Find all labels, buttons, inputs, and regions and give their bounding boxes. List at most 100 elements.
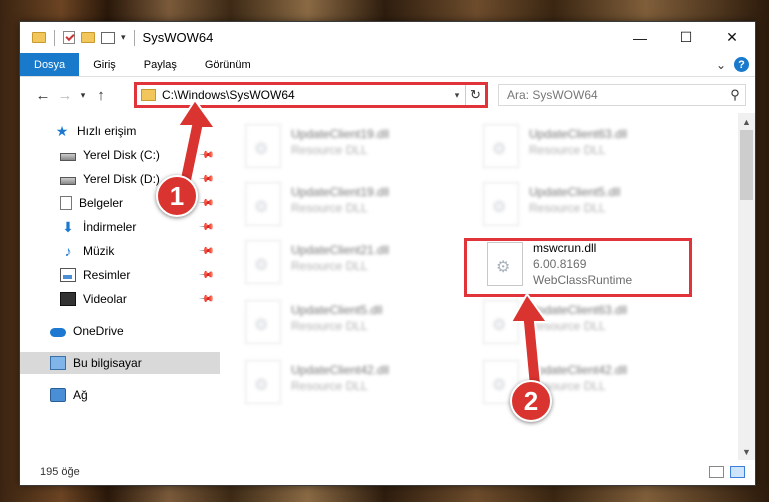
minimize-button[interactable]: —: [617, 22, 663, 53]
sidebar-item-onedrive[interactable]: OneDrive: [20, 320, 220, 342]
forward-button[interactable]: →: [54, 87, 76, 104]
search-icon[interactable]: ⚲: [725, 87, 745, 103]
sidebar-item-label: Yerel Disk (D:): [83, 172, 160, 186]
file-name: UpdateClient5.dll: [291, 303, 383, 317]
help-icon[interactable]: ?: [734, 57, 749, 72]
file-tile[interactable]: UpdateClient19.dll Resource DLL: [245, 178, 465, 230]
dll-file-icon: [245, 182, 281, 226]
dll-file-icon: [245, 360, 281, 404]
file-name: UpdateClient42.dll: [291, 363, 390, 377]
sidebar-item-label: Resimler: [83, 268, 131, 282]
scroll-down-arrow-icon[interactable]: ▼: [738, 443, 755, 460]
quick-access-toolbar: ▾: [32, 29, 126, 46]
cloud-icon: [50, 328, 66, 337]
file-description: Resource DLL: [529, 201, 606, 215]
divider: [54, 29, 55, 46]
navigation-row: ← → ▾ ↑ C:\Windows\SysWOW64 ▾ ↻ Ara: Sys…: [20, 77, 755, 113]
tab-view[interactable]: Görünüm: [191, 53, 265, 76]
tab-share[interactable]: Paylaş: [130, 53, 191, 76]
file-description: Resource DLL: [291, 259, 368, 273]
sidebar-item-label: Müzik: [83, 244, 115, 258]
file-name: UpdateClient21.dll: [291, 243, 390, 257]
film-icon: [60, 292, 76, 306]
ribbon-right: ⌄ ?: [716, 53, 755, 76]
folder-icon: [141, 89, 156, 101]
music-note-icon: ♪: [64, 243, 72, 259]
file-tile[interactable]: UpdateClient5.dll Resource DLL: [483, 178, 703, 230]
tab-file[interactable]: Dosya: [20, 53, 80, 76]
download-arrow-icon: ⬇: [62, 219, 74, 235]
recent-locations-dropdown[interactable]: ▾: [76, 90, 90, 101]
close-button[interactable]: ✕: [709, 22, 755, 53]
computer-icon: [50, 356, 66, 370]
address-dropdown-icon[interactable]: ▾: [449, 90, 465, 101]
sidebar-item-label: Hızlı erişim: [77, 124, 137, 138]
file-description: Resource DLL: [291, 379, 368, 393]
file-tile[interactable]: UpdateClient21.dll Resource DLL: [245, 236, 465, 288]
dll-file-icon: [483, 182, 519, 226]
file-description: Resource DLL: [291, 201, 368, 215]
scroll-up-arrow-icon[interactable]: ▲: [738, 113, 755, 130]
view-switcher: [709, 466, 745, 478]
file-description: Resource DLL: [291, 319, 368, 333]
star-icon: ★: [55, 123, 69, 139]
pin-icon: 📌: [197, 218, 215, 236]
dll-file-icon: [245, 240, 281, 284]
view-options-icon[interactable]: [101, 31, 115, 44]
step-badge-2: 2: [510, 380, 552, 422]
arrow-to-mswcrun: [509, 292, 549, 388]
file-description: Resource DLL: [529, 143, 606, 157]
pin-icon: 📌: [197, 290, 215, 308]
dll-file-icon: [245, 124, 281, 168]
sidebar-item-downloads[interactable]: ⬇ İndirmeler 📌: [20, 216, 220, 238]
large-icons-view-icon[interactable]: [730, 466, 745, 478]
file-tile[interactable]: UpdateClient42.dll Resource DLL: [245, 356, 465, 408]
maximize-button[interactable]: ☐: [663, 22, 709, 53]
file-tile[interactable]: UpdateClient63.dll Resource DLL: [483, 120, 703, 172]
sidebar-item-music[interactable]: ♪ Müzik 📌: [20, 240, 220, 262]
new-folder-icon[interactable]: [81, 32, 95, 43]
highlight-box-mswcrun: [464, 238, 692, 297]
sidebar-item-network[interactable]: Ağ: [20, 384, 220, 406]
picture-icon: [60, 268, 76, 282]
file-tile[interactable]: UpdateClient19.dll Resource DLL: [245, 120, 465, 172]
dll-file-icon: [245, 300, 281, 344]
expand-ribbon-chevron-icon[interactable]: ⌄: [716, 58, 726, 72]
sidebar-item-pictures[interactable]: Resimler 📌: [20, 264, 220, 286]
title-bar: ▾ SysWOW64 — ☐ ✕: [20, 22, 755, 53]
back-button[interactable]: ←: [32, 87, 54, 104]
file-name: UpdateClient63.dll: [529, 127, 628, 141]
details-view-icon[interactable]: [709, 466, 724, 478]
refresh-button[interactable]: ↻: [465, 85, 485, 105]
drive-icon: [60, 152, 76, 161]
file-description: Resource DLL: [291, 143, 368, 157]
properties-check-icon[interactable]: [63, 31, 75, 44]
sidebar-item-label: Bu bilgisayar: [73, 356, 142, 370]
scrollbar-thumb[interactable]: [740, 130, 753, 200]
up-button[interactable]: ↑: [90, 87, 112, 104]
customize-toolbar-dropdown[interactable]: ▾: [121, 32, 126, 43]
file-name: UpdateClient19.dll: [291, 185, 390, 199]
folder-icon[interactable]: [32, 32, 46, 43]
sidebar-item-label: Ağ: [73, 388, 88, 402]
sidebar-item-label: OneDrive: [73, 324, 124, 338]
tab-home[interactable]: Giriş: [79, 53, 130, 76]
window-title: SysWOW64: [142, 30, 214, 45]
sidebar-item-videos[interactable]: Videolar 📌: [20, 288, 220, 310]
window-controls: — ☐ ✕: [617, 22, 755, 53]
sidebar-item-this-pc[interactable]: Bu bilgisayar: [20, 352, 220, 374]
item-count: 195 öğe: [40, 466, 80, 478]
pin-icon: 📌: [197, 266, 215, 284]
dll-file-icon: [483, 124, 519, 168]
sidebar-item-label: Videolar: [83, 292, 127, 306]
sidebar-item-label: İndirmeler: [83, 220, 137, 234]
network-icon: [50, 388, 66, 402]
search-placeholder: Ara: SysWOW64: [507, 88, 598, 102]
search-input[interactable]: Ara: SysWOW64 ⚲: [498, 84, 746, 106]
file-tile[interactable]: UpdateClient5.dll Resource DLL: [245, 296, 465, 348]
pin-icon: 📌: [197, 242, 215, 260]
status-bar: 195 öğe: [20, 459, 755, 485]
step-badge-1: 1: [156, 175, 198, 217]
vertical-scrollbar[interactable]: ▲ ▼: [738, 113, 755, 460]
document-icon: [60, 196, 72, 210]
